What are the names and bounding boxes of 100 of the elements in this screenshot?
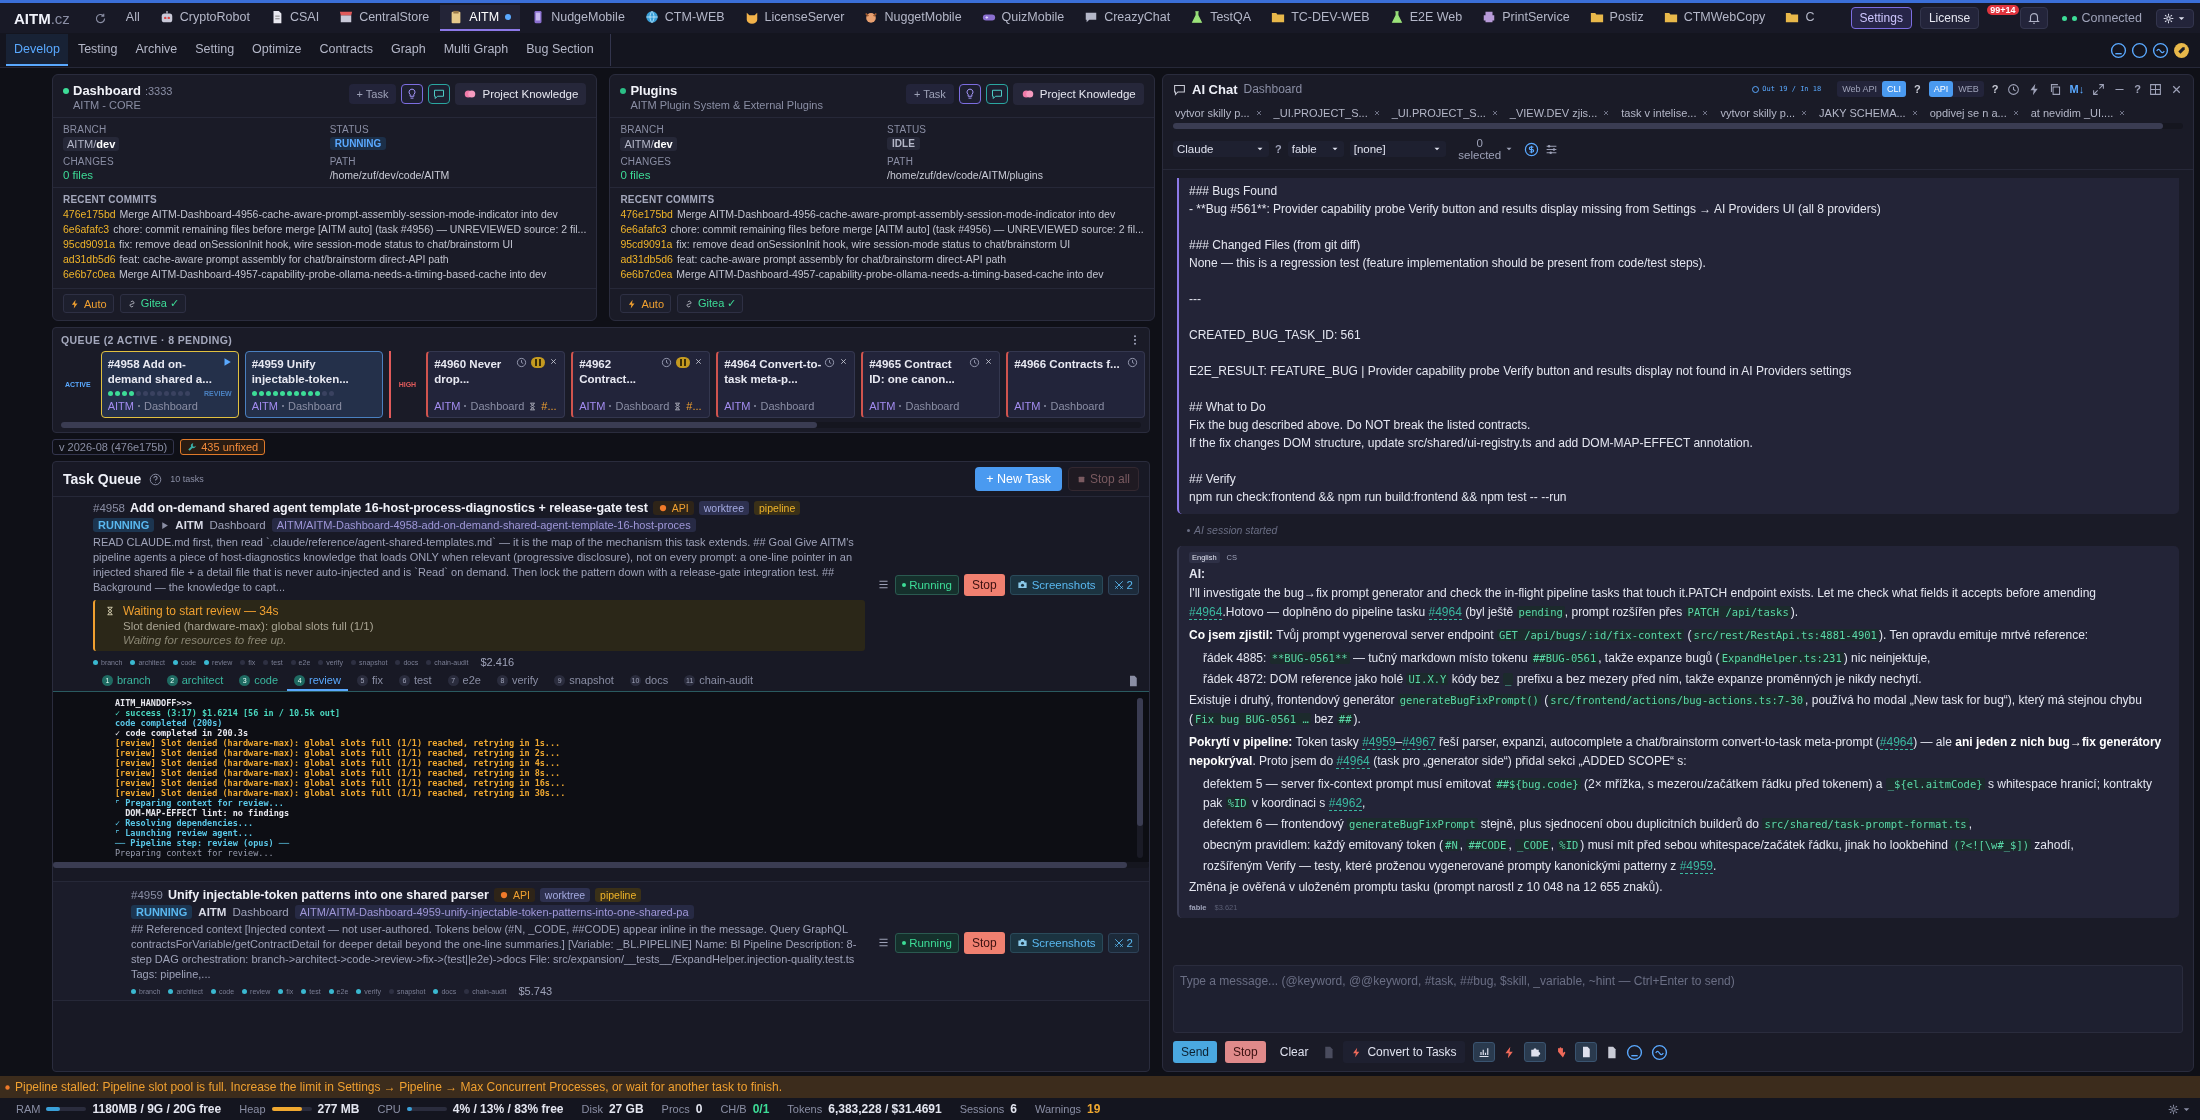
help-link[interactable]: ?: [1914, 83, 1921, 95]
project-tab[interactable]: LicenseServer: [735, 5, 854, 31]
settings-menu-button[interactable]: [2156, 8, 2194, 28]
project-tab[interactable]: E2E Web: [1380, 5, 1472, 31]
nav-tab[interactable]: Optimize: [244, 34, 310, 66]
scrollbar[interactable]: [53, 862, 1149, 868]
project-tab[interactable]: CSAI: [260, 5, 329, 31]
settings-icon[interactable]: [2168, 1103, 2179, 1115]
message-input[interactable]: Type a message... (@keyword, @@keyword, #task, ##bug, $skill, _variable, ~hint — Ctrl+Enter to send): [1173, 965, 2183, 1033]
selection-dropdown[interactable]: 0 selected: [1451, 135, 1518, 163]
conversation-tab[interactable]: _UI.PROJECT_S...: [1391, 107, 1499, 119]
close-icon[interactable]: [839, 357, 849, 366]
conversation-tab[interactable]: task v intelise...: [1621, 107, 1710, 119]
wave-circle-icon[interactable]: [1650, 1043, 1668, 1061]
agents-button[interactable]: 2: [1107, 574, 1139, 595]
scrollbar[interactable]: [1173, 123, 2183, 129]
model-dropdown[interactable]: Claude: [1173, 141, 1269, 157]
unfixed-bugs-badge[interactable]: 435 unfixed: [180, 439, 266, 455]
clock-icon[interactable]: [824, 357, 836, 368]
layout-icon[interactable]: [2149, 82, 2162, 96]
queue-card[interactable]: #4965 Contract ID: one canon... AITM Dashboard: [861, 351, 1001, 418]
settings-button[interactable]: Settings: [1850, 7, 1912, 29]
add-task-button[interactable]: + Task: [905, 84, 954, 104]
nav-tab[interactable]: Develop: [6, 34, 68, 66]
clock-icon[interactable]: [661, 357, 673, 368]
task-title[interactable]: Add on-demand shared agent template 16-host-process-diagnostics + release-gate test: [130, 501, 648, 515]
idea-button[interactable]: [401, 84, 424, 104]
close-icon[interactable]: [1490, 109, 1499, 117]
project-tab[interactable]: CTM-WEB: [635, 5, 734, 31]
menu-icon[interactable]: [877, 578, 891, 591]
task-link[interactable]: #4959: [1679, 859, 1714, 874]
clock-icon[interactable]: [969, 357, 981, 368]
chat-button[interactable]: [428, 84, 451, 104]
project-tab[interactable]: PrintService: [1473, 5, 1579, 31]
close-icon[interactable]: [1800, 109, 1809, 117]
mode-toggle[interactable]: WEB: [1953, 81, 1984, 97]
tag-icon[interactable]: [2173, 41, 2190, 59]
nav-tab[interactable]: Bug Section: [518, 34, 602, 66]
app-logo[interactable]: AITM.cz: [14, 9, 70, 27]
commit-hash[interactable]: 95cd9091a: [620, 238, 673, 250]
task-link[interactable]: #4964: [1189, 605, 1223, 620]
clock-icon[interactable]: [516, 357, 528, 368]
pause-badge[interactable]: [676, 357, 691, 368]
commit-hash[interactable]: ad31db5d6: [63, 253, 116, 265]
gitea-link[interactable]: Gitea ✓: [677, 294, 744, 313]
license-button[interactable]: License: [1919, 7, 1980, 29]
queue-card[interactable]: #4962 Contract... AITM Dashboard #...: [571, 351, 711, 418]
screenshots-button[interactable]: Screenshots: [1009, 932, 1103, 953]
sliders-icon[interactable]: [1544, 142, 1558, 156]
commit-hash[interactable]: ad31db5d6: [620, 253, 673, 265]
commit-hash[interactable]: 6e6b7c0ea: [620, 268, 673, 280]
task-title[interactable]: Unify injectable-token patterns into one shared parser: [168, 888, 489, 902]
task-link[interactable]: #4959: [1362, 735, 1396, 750]
history-icon[interactable]: [2006, 82, 2020, 96]
close-icon[interactable]: [549, 357, 559, 366]
conversation-tab[interactable]: vytvor skilly p...: [1720, 107, 1809, 119]
expand-icon[interactable]: [2092, 82, 2106, 96]
commit-hash[interactable]: 476e175bd: [620, 208, 673, 220]
task-link[interactable]: #4964: [1428, 605, 1462, 620]
mode-toggle[interactable]: Web API: [1837, 81, 1883, 97]
queue-card[interactable]: #4964 Convert-to-task meta-p... AITM Dashboard: [716, 351, 856, 418]
dollar-coin-icon[interactable]: [1523, 141, 1539, 157]
close-icon[interactable]: [1254, 109, 1263, 117]
close-icon[interactable]: [1701, 109, 1710, 117]
task-link[interactable]: #4964: [1336, 754, 1370, 769]
stop-button[interactable]: Stop: [1225, 1041, 1266, 1063]
conversation-tab[interactable]: opdivej se n a...: [1929, 107, 2020, 119]
conversation-tab[interactable]: vytvor skilly p...: [1175, 107, 1263, 119]
conversation-tab[interactable]: _UI.PROJECT_S...: [1273, 107, 1381, 119]
scrollbar[interactable]: [61, 422, 1141, 428]
project-tab[interactable]: CreazyChat: [1075, 5, 1180, 31]
project-tab[interactable]: TC-DEV-WEB: [1262, 5, 1379, 31]
queue-card[interactable]: #4959 Unify injectable-token... AITM Dashboard: [244, 351, 383, 418]
help-link[interactable]: ?: [2134, 83, 2141, 95]
wave-circle-icon[interactable]: [2152, 41, 2169, 59]
conversation-tab[interactable]: _VIEW.DEV zjis...: [1509, 107, 1611, 119]
nav-tab[interactable]: Graph: [382, 34, 434, 66]
markdown-toggle[interactable]: M↓: [2069, 83, 2085, 95]
gitea-link[interactable]: Gitea ✓: [119, 294, 186, 313]
nav-tab[interactable]: Multi Graph: [435, 34, 517, 66]
close-icon[interactable]: [2011, 109, 2020, 117]
refresh-icon[interactable]: [93, 11, 107, 25]
project-tab[interactable]: NuggetMobile: [855, 5, 971, 31]
project-knowledge-button[interactable]: Project Knowledge: [455, 83, 587, 105]
plugin-button[interactable]: [1523, 1042, 1546, 1062]
pause-badge[interactable]: [531, 357, 546, 368]
close-icon[interactable]: [1372, 109, 1381, 117]
commit-hash[interactable]: 95cd9091a: [63, 238, 115, 250]
chart-button[interactable]: [1472, 1042, 1495, 1062]
document-icon[interactable]: [1127, 675, 1139, 687]
play-icon[interactable]: [160, 520, 170, 530]
conversation-tab[interactable]: at nevidim _UI....: [2030, 107, 2127, 119]
project-tab[interactable]: QuizMobile: [972, 5, 1074, 31]
commit-hash[interactable]: 6e6afafc3: [620, 223, 667, 235]
nav-tab[interactable]: Testing: [69, 34, 126, 66]
project-tab[interactable]: Postiz: [1580, 5, 1653, 31]
help-icon[interactable]: [149, 472, 163, 486]
agents-button[interactable]: 2: [1107, 932, 1139, 953]
project-tab[interactable]: CTMWebCopy: [1654, 5, 1775, 31]
project-tab[interactable]: C: [1776, 5, 1824, 31]
